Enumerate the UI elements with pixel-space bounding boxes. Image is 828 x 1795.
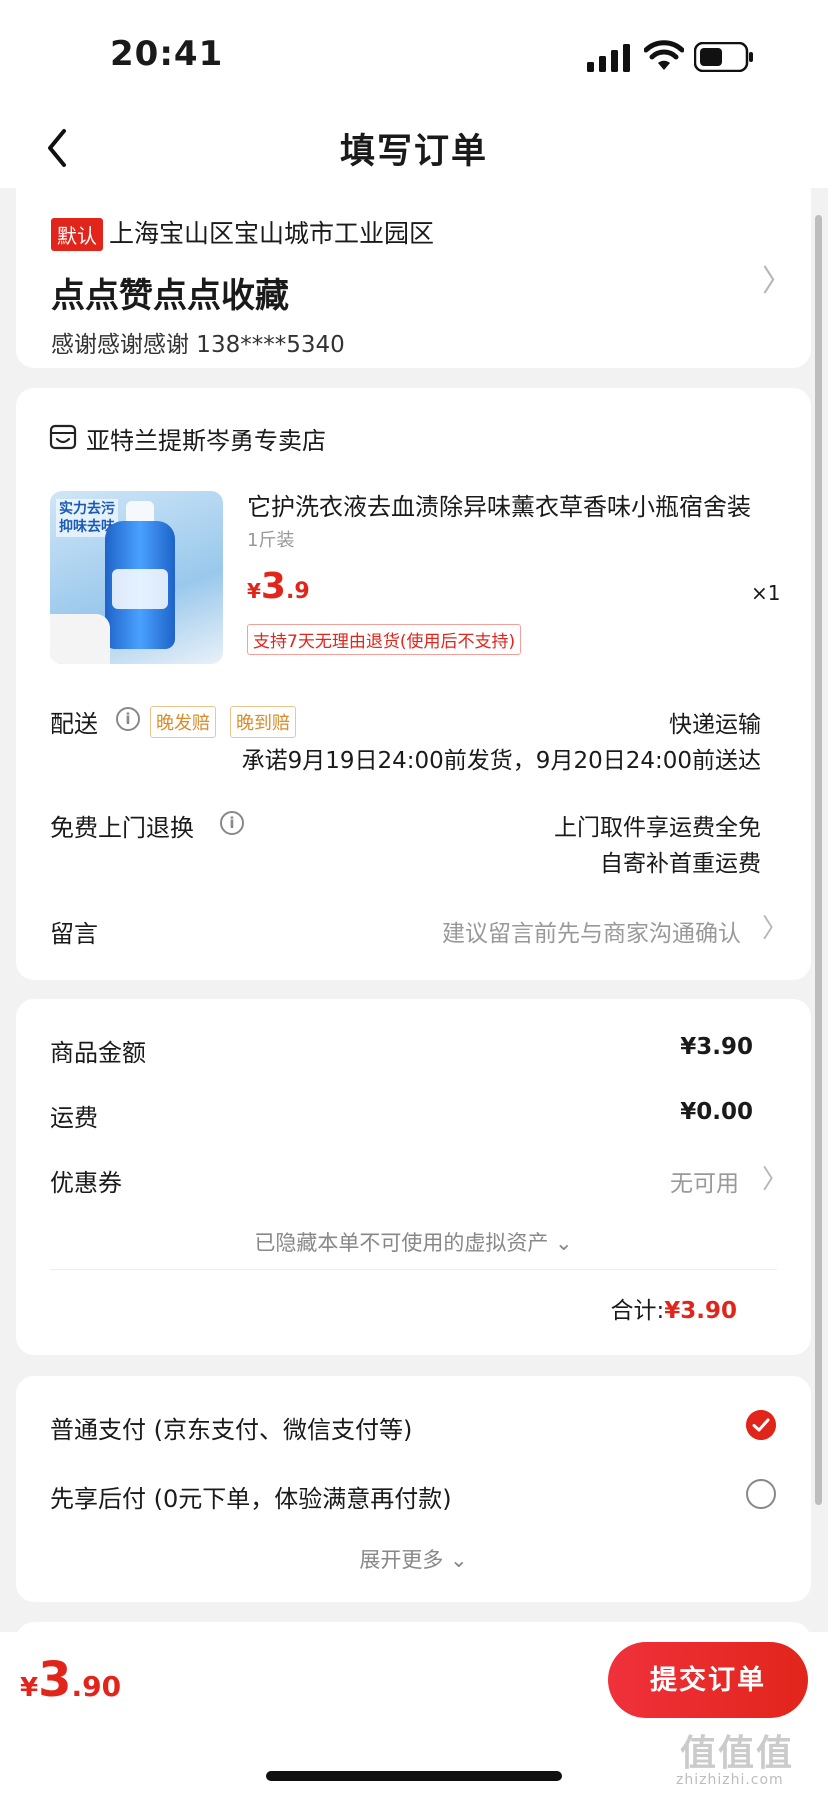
delivery-method: 快递运输 — [669, 712, 761, 738]
return-policy-badge: 支持7天无理由退货(使用后不支持) — [247, 624, 522, 655]
status-time: 20:41 — [110, 34, 224, 74]
coupon-label: 优惠券 — [50, 1169, 122, 1197]
footer-total-price: ¥3.90 — [20, 1652, 122, 1708]
store-icon — [49, 424, 77, 450]
chevron-right-icon: 〉 — [762, 1165, 789, 1195]
wifi-icon — [644, 40, 684, 70]
product-quantity: ×1 — [751, 581, 781, 605]
store-card: 亚特兰提斯岑勇专卖店 实力去污 抑味去味 它护洗衣液去血渍除异味薰衣草香味小瓶宿… — [16, 388, 811, 980]
product-image[interactable]: 实力去污 抑味去味 — [50, 491, 223, 664]
free-return-label: 免费上门退换 — [50, 814, 194, 842]
nav-bar: 填写订单 — [0, 105, 828, 188]
message-label: 留言 — [50, 920, 98, 948]
store-name[interactable]: 亚特兰提斯岑勇专卖店 — [86, 421, 326, 456]
total-value: ¥3.90 — [664, 1298, 737, 1324]
address-contact: 感谢感谢感谢 138****5340 — [51, 332, 345, 358]
radio-unchecked-icon[interactable] — [746, 1479, 776, 1509]
shipping-value: ¥0.00 — [680, 1099, 753, 1125]
payment-option-pay-later[interactable]: 先享后付 (0元下单，体验满意再付款) — [50, 1479, 452, 1514]
chevron-right-icon: 〉 — [762, 264, 792, 299]
coupon-value[interactable]: 无可用 — [670, 1164, 739, 1198]
product-title[interactable]: 它护洗衣液去血渍除异味薰衣草香味小瓶宿舍装 — [247, 487, 767, 522]
late-arrival-compensation-tag: 晚到赔 — [230, 706, 296, 738]
product-price: ¥3.9 — [247, 566, 310, 607]
payment-method-card: 普通支付 (京东支付、微信支付等) 先享后付 (0元下单，体验满意再付款) 展开… — [16, 1376, 811, 1602]
goods-amount-value: ¥3.90 — [680, 1034, 753, 1060]
order-total: 合计:¥3.90 — [610, 1291, 737, 1325]
status-bar: 20:41 — [0, 0, 828, 105]
info-icon[interactable]: i — [220, 811, 244, 835]
free-return-line2: 自寄补首重运费 — [600, 851, 761, 877]
hidden-assets-toggle[interactable]: 已隐藏本单不可使用的虚拟资产 ⌄ — [16, 1227, 811, 1257]
address-region: 上海宝山区宝山城市工业园区 — [109, 219, 435, 248]
expand-more-toggle[interactable]: 展开更多 ⌄ — [16, 1544, 811, 1574]
product-spec: 1斤装 — [247, 530, 295, 551]
bottom-bar: ¥3.90 提交订单 值值值 zhizhizhi.com — [0, 1632, 828, 1795]
shipping-label: 运费 — [50, 1104, 98, 1132]
free-return-line1: 上门取件享运费全免 — [554, 815, 761, 841]
late-ship-compensation-tag: 晚发赔 — [150, 706, 216, 738]
radio-checked-icon[interactable] — [746, 1410, 776, 1440]
total-label: 合计: — [610, 1298, 665, 1324]
delivery-label: 配送 — [50, 710, 98, 738]
delivery-promise: 承诺9月19日24:00前发货，9月20日24:00前送达 — [241, 748, 761, 774]
default-address-tag: 默认 — [51, 218, 103, 251]
payment-option-standard[interactable]: 普通支付 (京东支付、微信支付等) — [50, 1410, 412, 1445]
address-card[interactable]: 默认 上海宝山区宝山城市工业园区 点点赞点点收藏 感谢感谢感谢 138****5… — [16, 188, 811, 368]
submit-order-button[interactable]: 提交订单 — [608, 1642, 808, 1718]
price-summary-card: 商品金额 ¥3.90 运费 ¥0.00 优惠券 无可用 〉 已隐藏本单不可使用的… — [16, 999, 811, 1355]
page-title: 填写订单 — [339, 132, 488, 172]
message-input[interactable]: 建议留言前先与商家沟通确认 — [442, 914, 741, 948]
scrollbar[interactable] — [815, 215, 822, 1505]
chevron-right-icon: 〉 — [762, 914, 789, 944]
battery-icon — [694, 42, 753, 72]
watermark-url: zhizhizhi.com — [676, 1772, 784, 1788]
cellular-signal-icon — [587, 44, 630, 72]
address-detail: 点点赞点点收藏 — [51, 276, 289, 316]
info-icon[interactable]: i — [116, 707, 140, 731]
home-indicator[interactable] — [266, 1771, 562, 1781]
divider — [50, 1269, 777, 1270]
goods-amount-label: 商品金额 — [50, 1039, 146, 1067]
watermark-logo: 值值值 — [680, 1733, 795, 1774]
